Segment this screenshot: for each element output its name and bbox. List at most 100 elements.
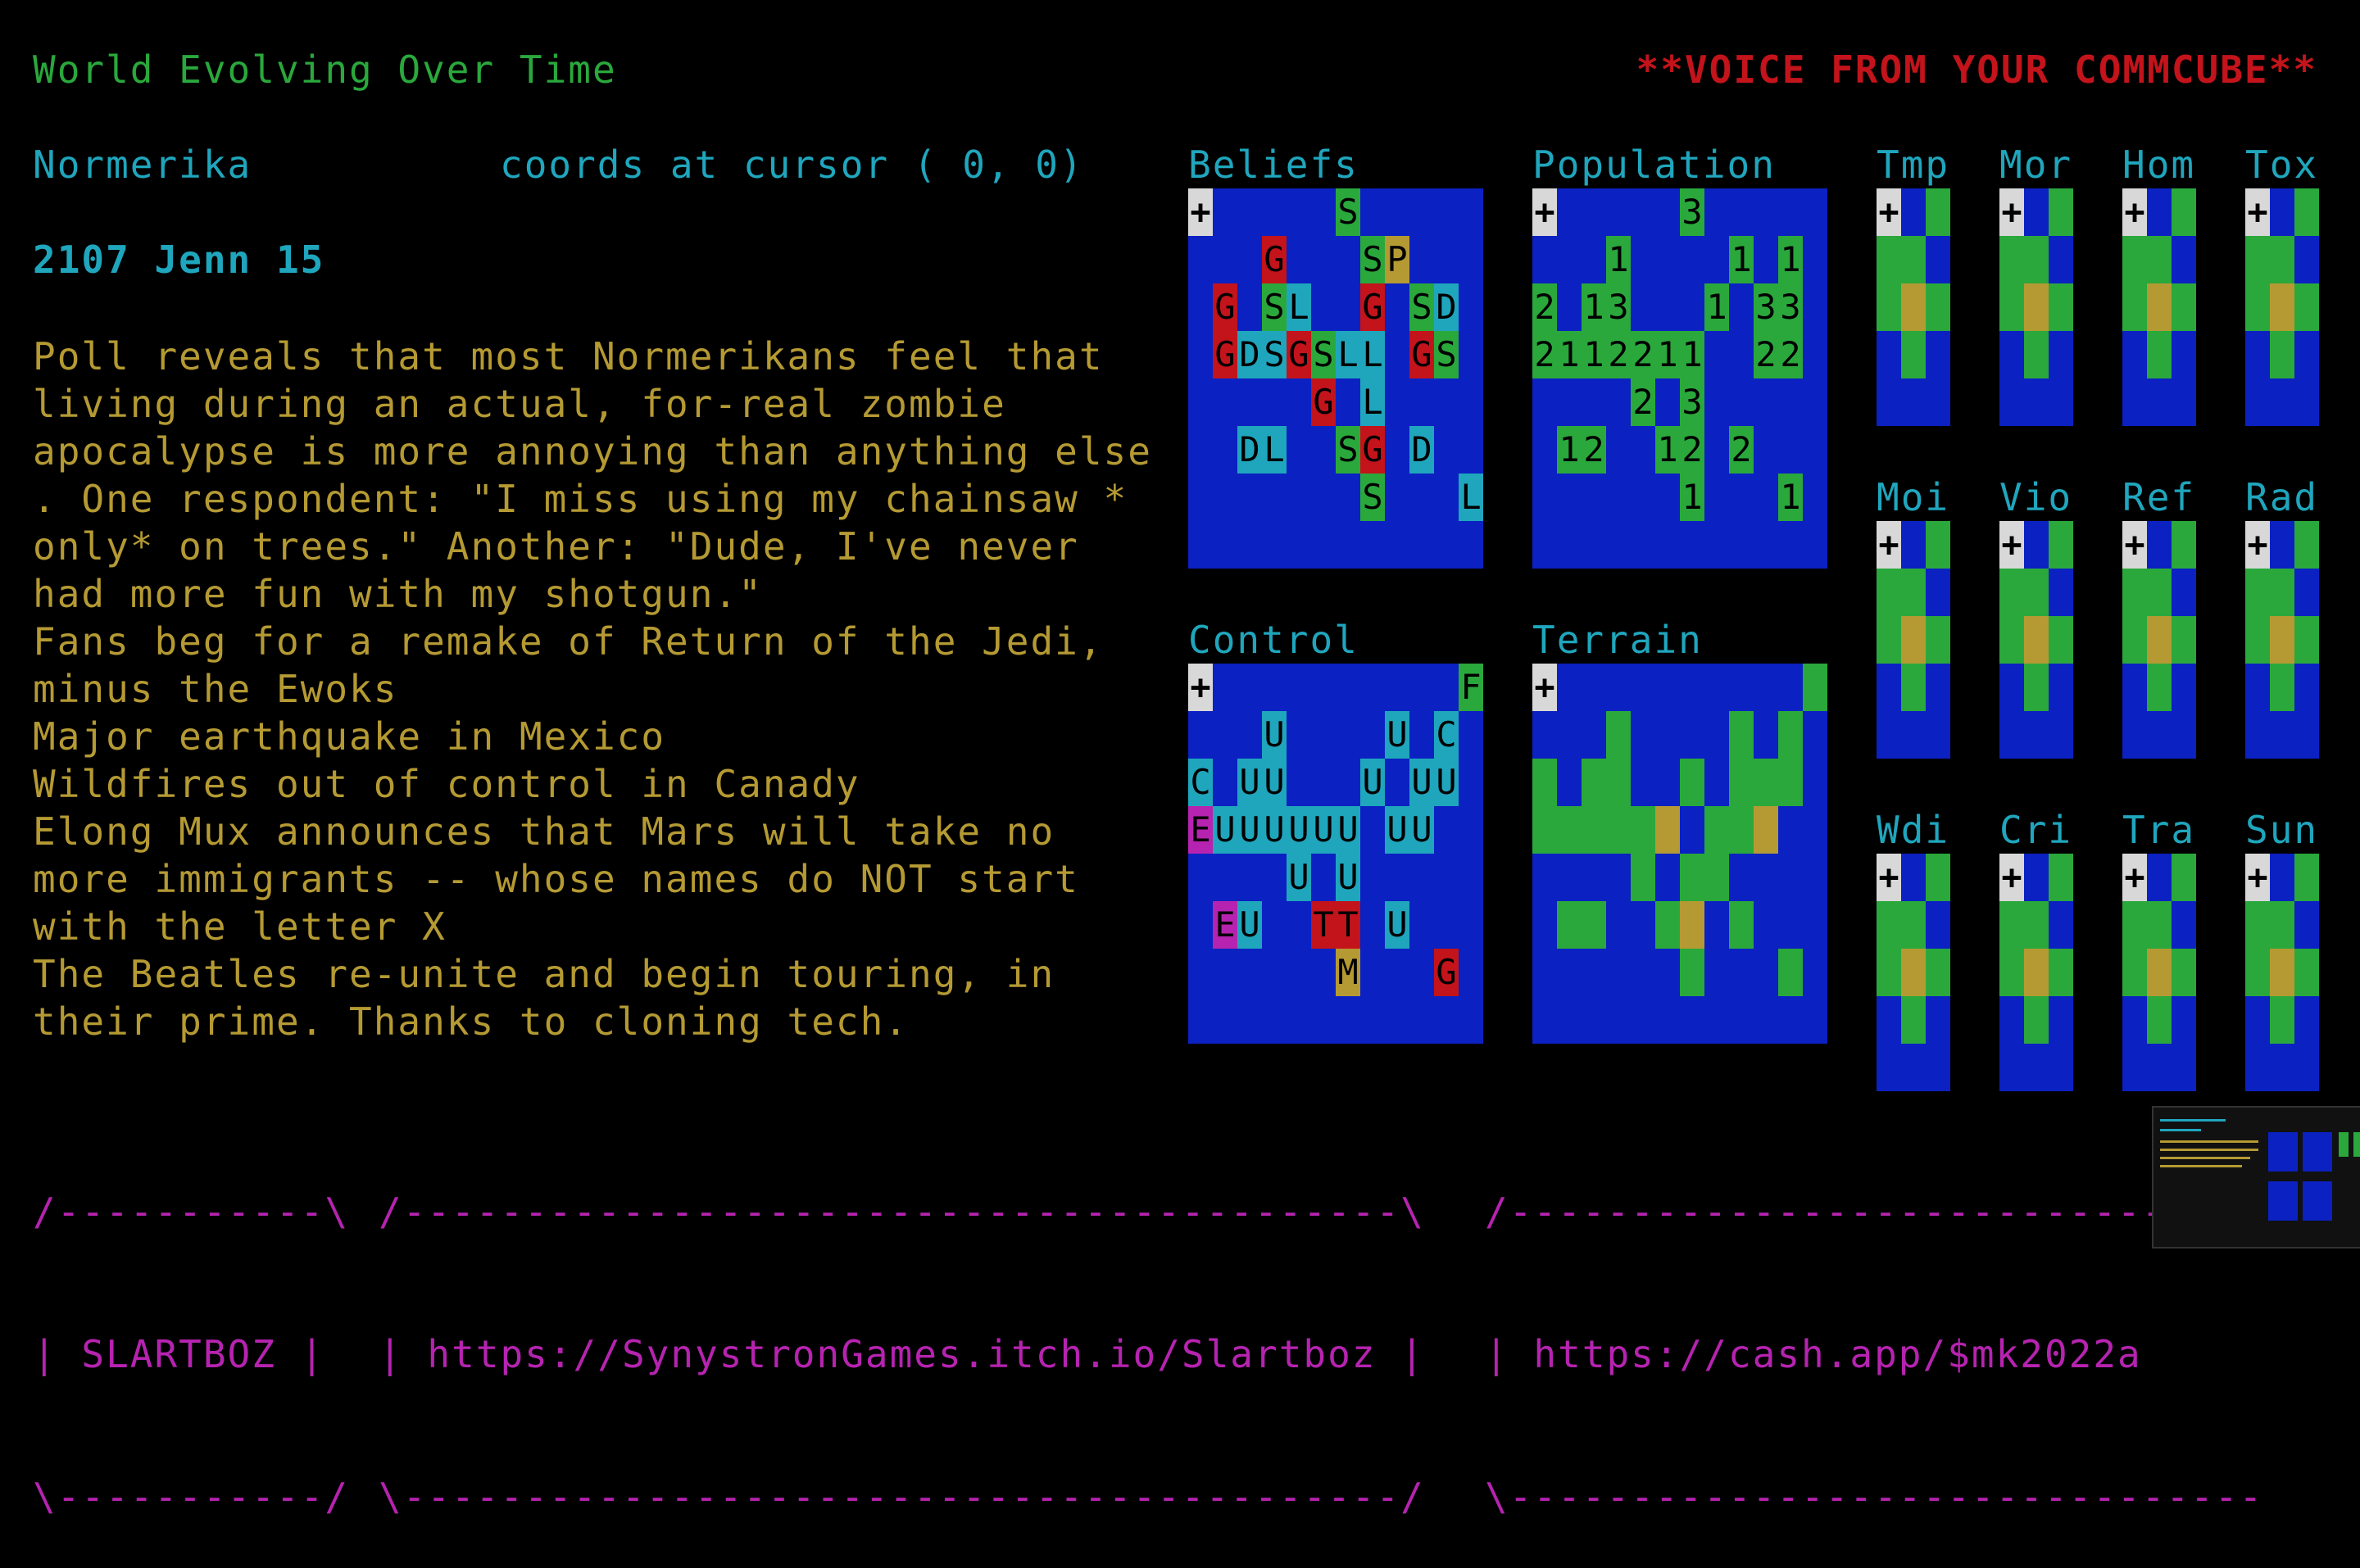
mini-map-mor[interactable]: + [1999, 188, 2073, 426]
map-glyph: S [1360, 236, 1385, 283]
map-cursor-plus[interactable]: + [1532, 664, 1557, 711]
mini-map-tox[interactable]: + [2245, 188, 2319, 426]
map-cursor-plus[interactable]: + [1532, 188, 1557, 236]
map-cursor-plus[interactable]: + [2122, 188, 2147, 236]
map-cursor-plus[interactable]: + [2245, 854, 2270, 901]
mini-map-tmp[interactable]: + [1877, 188, 1950, 426]
mini-map-sun[interactable]: + [2245, 854, 2319, 1091]
population-map[interactable]: +3 1 1 1 2 1 3 1 3 3 2 1 1 2 2 1 1 2 2 2 3 1 2 1 2 2 1 1 [1532, 188, 1827, 569]
map-cursor-plus[interactable]: + [1999, 188, 2024, 236]
news-line: The Beatles re-unite and begin touring, … [33, 952, 1055, 996]
map-cursor-plus[interactable]: + [1877, 521, 1901, 569]
mini-map-cell [2270, 236, 2294, 283]
map-glyph: G [1360, 283, 1385, 331]
news-feed: Poll reveals that most Normerikans feel … [33, 333, 1180, 1045]
mini-map-cell [1877, 901, 1901, 949]
cashapp-link[interactable]: | https://cash.app/$mk2022a [1485, 1330, 2263, 1378]
mini-map-cell [2122, 569, 2147, 616]
map-glyph: 1 [1582, 283, 1606, 331]
map-glyph: L [1360, 378, 1385, 426]
map-cursor-plus[interactable]: + [2245, 521, 2270, 569]
map-cursor-plus[interactable]: + [1999, 521, 2024, 569]
mini-map-cell [1901, 996, 1926, 1044]
slartboz-label: | SLARTBOZ | [33, 1332, 325, 1376]
mini-map-cell [2270, 569, 2294, 616]
mini-map-wdi[interactable]: + [1877, 854, 1950, 1091]
mini-map-cell [2294, 521, 2319, 569]
mini-panel-title-moi: Moi [1877, 475, 1950, 519]
mini-map-vio[interactable]: + [1999, 521, 2073, 759]
slartboz-box[interactable]: /-----------\ | SLARTBOZ | \-----------/ [33, 1093, 349, 1568]
map-glyph: U [1287, 806, 1311, 854]
mini-map-cell [2172, 188, 2196, 236]
terrain-cell [1680, 949, 1704, 996]
news-line: more immigrants -- whose names do NOT st… [33, 857, 1079, 901]
mini-map-hom[interactable]: + [2122, 188, 2196, 426]
map-glyph: S [1360, 474, 1385, 521]
mini-map-tra[interactable]: + [2122, 854, 2196, 1091]
map-glyph: S [1336, 426, 1360, 474]
cashapp-link-box[interactable]: /------------------------------- | https… [1485, 1093, 2263, 1568]
mini-panel-title-hom: Hom [2122, 143, 2196, 187]
mini-map-ref[interactable]: + [2122, 521, 2196, 759]
map-glyph: 1 [1557, 331, 1582, 378]
itch-link[interactable]: | https://SynystronGames.itch.io/Slartbo… [379, 1330, 1425, 1378]
mini-map-cell [1926, 521, 1950, 569]
beliefs-map[interactable]: + S G S P G S L G S D G D S G S L L G S G L D L S G D S L [1188, 188, 1483, 569]
map-glyph: U [1434, 759, 1459, 806]
map-cursor-plus[interactable]: + [2122, 521, 2147, 569]
terrain-map[interactable]: + [1532, 664, 1827, 1044]
map-cursor-plus[interactable]: + [2122, 854, 2147, 901]
map-glyph: G [1287, 331, 1311, 378]
map-glyph: U [1237, 806, 1262, 854]
map-cursor-plus[interactable]: + [1999, 854, 2024, 901]
mini-map-cell [2147, 331, 2172, 378]
window-thumbnail[interactable] [2152, 1106, 2360, 1249]
mini-map-cell [2147, 521, 2172, 569]
itch-link-box[interactable]: /---------------------------------------… [379, 1093, 1425, 1568]
mini-map-cell [2270, 188, 2294, 236]
map-glyph: 1 [1778, 474, 1803, 521]
map-glyph: L [1336, 331, 1360, 378]
mini-panel-title-cri: Cri [1999, 808, 2073, 852]
map-glyph: D [1434, 283, 1459, 331]
map-glyph: G [1213, 331, 1237, 378]
map-glyph: U [1311, 806, 1336, 854]
map-glyph: U [1336, 854, 1360, 901]
news-line: . One respondent: "I miss using my chain… [33, 477, 1128, 521]
mini-map-cell [1901, 664, 1926, 711]
map-glyph: D [1237, 331, 1262, 378]
mini-map-cell [1901, 331, 1926, 378]
terrain-cell [1631, 854, 1655, 901]
map-glyph: D [1409, 426, 1434, 474]
mini-map-cell [2147, 569, 2172, 616]
map-cursor-plus[interactable]: + [2245, 188, 2270, 236]
mini-map-cell [2294, 854, 2319, 901]
map-glyph: U [1385, 901, 1409, 949]
map-cursor-plus[interactable]: + [1188, 188, 1213, 236]
map-cursor-plus[interactable]: + [1877, 854, 1901, 901]
map-glyph: S [1311, 331, 1336, 378]
terrain-cell [1778, 711, 1803, 759]
mini-map-moi[interactable]: + [1877, 521, 1950, 759]
mini-map-cell [2270, 664, 2294, 711]
mini-panel-title-tmp: Tmp [1877, 143, 1950, 187]
map-glyph: L [1262, 426, 1287, 474]
map-glyph: 2 [1754, 331, 1778, 378]
control-map[interactable]: + F U U C C U U U U U E U U U U U U U U U U E U T T U M G [1188, 664, 1483, 1044]
mini-map-cell [2024, 664, 2049, 711]
map-cursor-plus[interactable]: + [1877, 188, 1901, 236]
mini-map-rad[interactable]: + [2245, 521, 2319, 759]
terrain-cell [1606, 711, 1631, 759]
map-glyph: 2 [1582, 426, 1606, 474]
mini-map-cell [2024, 283, 2049, 331]
mini-map-cri[interactable]: + [1999, 854, 2073, 1091]
map-glyph: U [1287, 854, 1311, 901]
mini-map-cell [2147, 616, 2172, 664]
map-cursor-plus[interactable]: + [1188, 664, 1213, 711]
map-glyph: L [1287, 283, 1311, 331]
mini-map-cell [2024, 236, 2049, 283]
mini-panel-title-sun: Sun [2245, 808, 2319, 852]
box-bottom-border: \------------------------------- [1485, 1475, 2264, 1519]
terrain-cell [1557, 901, 1606, 949]
